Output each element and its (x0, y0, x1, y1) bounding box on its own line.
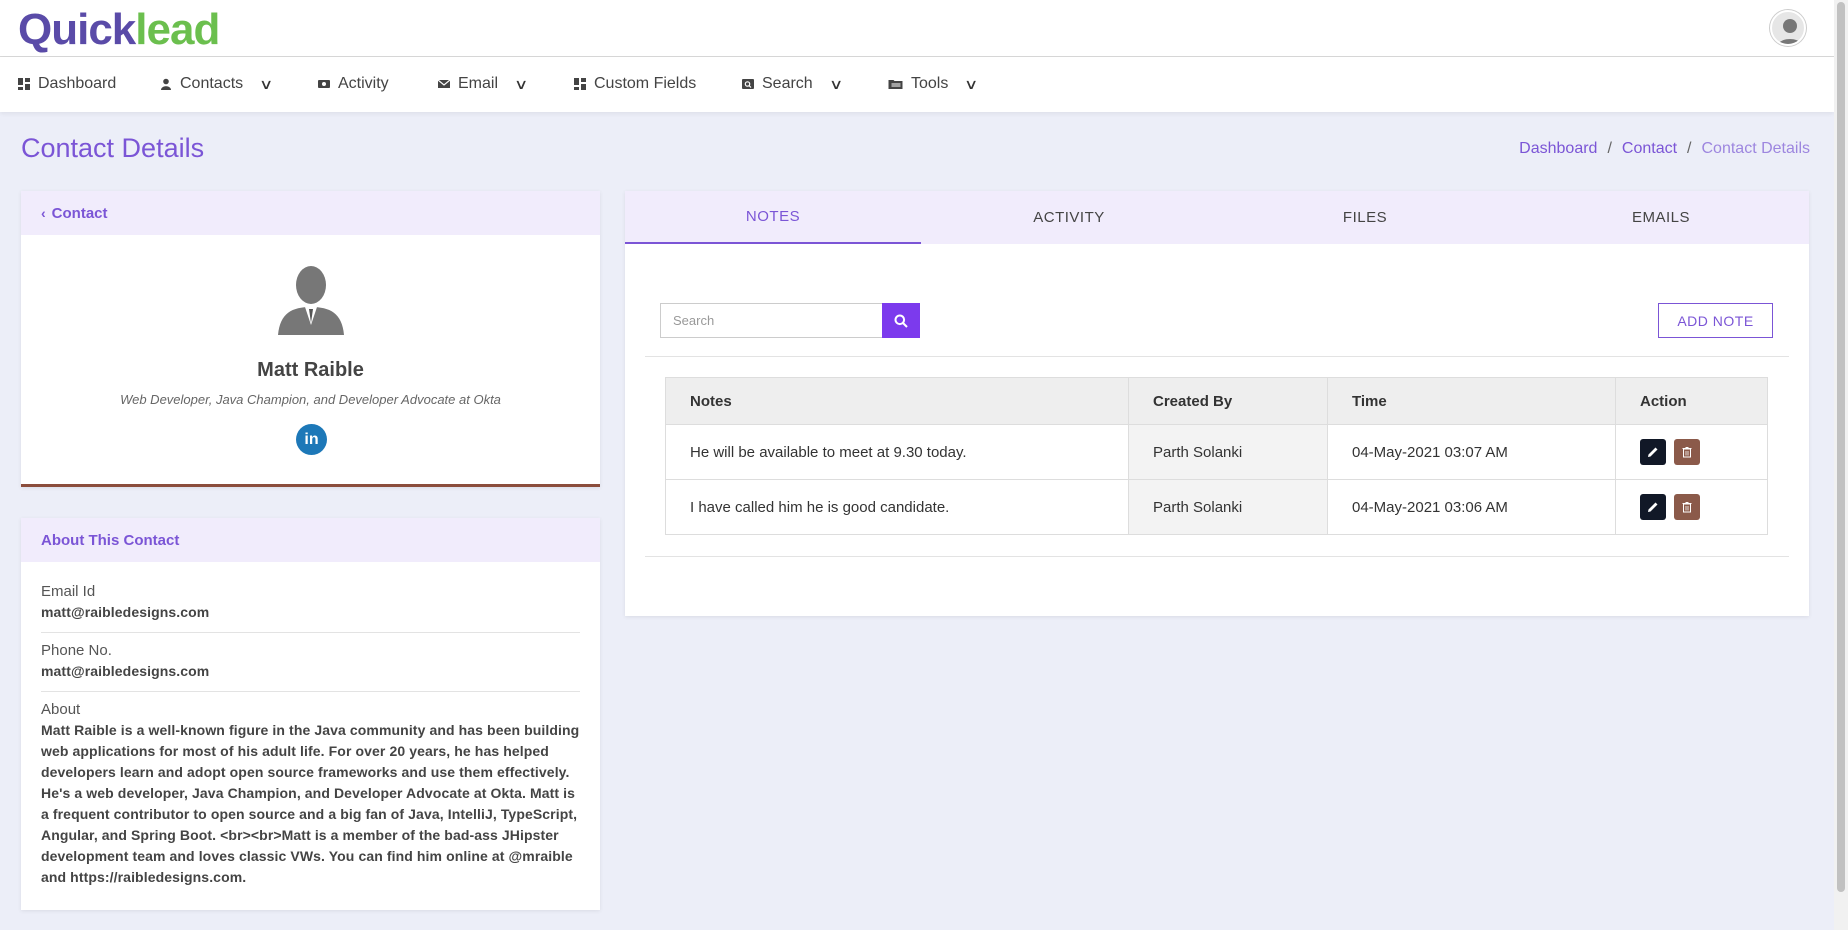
col-created-by: Created By (1128, 377, 1328, 425)
person-icon (161, 78, 171, 90)
profile-card: ‹ Contact Matt Raible Web Developer, Jav… (21, 191, 600, 487)
chevron-down-icon: ∨ (828, 75, 844, 92)
phone-field: Phone No. matt@raibledesigns.com (41, 633, 580, 692)
table-header-row: Notes Created By Time Action (665, 377, 1768, 425)
about-card: About This Contact Email Id matt@raibled… (21, 518, 600, 910)
breadcrumb-current: Contact Details (1701, 140, 1811, 157)
note-actions (1615, 479, 1768, 535)
note-text: I have called him he is good candidate. (665, 479, 1129, 535)
note-created-by: Parth Solanki (1128, 424, 1328, 480)
chevron-down-icon: ∨ (259, 75, 274, 92)
nav-dashboard-label: Dashboard (38, 75, 117, 92)
notes-panel: NOTES ACTIVITY FILES EMAILS Search ADD N… (625, 191, 1809, 616)
breadcrumb: Dashboard / Contact / Contact Details (1519, 140, 1810, 158)
col-action: Action (1615, 377, 1768, 425)
user-silhouette-icon (1777, 19, 1803, 44)
edit-button[interactable] (1640, 439, 1666, 465)
nav-contacts[interactable]: Contacts ∨ (160, 74, 274, 94)
divider (645, 556, 1789, 557)
nav-email[interactable]: Email ∨ (438, 74, 529, 94)
tab-emails[interactable]: EMAILS (1513, 191, 1809, 244)
page-scrollbar[interactable] (1834, 0, 1848, 930)
about-value: Matt Raible is a well-known figure in th… (41, 722, 580, 885)
note-time: 04-May-2021 03:06 AM (1327, 479, 1616, 535)
logo-text-quick: Quick (18, 5, 136, 54)
contact-title: Web Developer, Java Champion, and Develo… (120, 392, 501, 407)
chevron-left-icon: ‹ (41, 205, 46, 221)
breadcrumb-dashboard[interactable]: Dashboard (1519, 140, 1597, 158)
chevron-down-icon: ∨ (513, 75, 529, 92)
pencil-icon (1648, 502, 1658, 512)
note-created-by: Parth Solanki (1128, 479, 1328, 535)
table-row: He will be available to meet at 9.30 tod… (665, 424, 1768, 480)
dashboard-icon (18, 78, 30, 90)
top-header: Quicklead (0, 0, 1834, 57)
note-actions (1615, 424, 1768, 480)
scrollbar-thumb[interactable] (1837, 2, 1845, 892)
back-to-contact-link[interactable]: ‹ Contact (21, 191, 600, 235)
about-label: About (41, 701, 81, 718)
phone-label: Phone No. (41, 642, 112, 659)
breadcrumb-contact[interactable]: Contact (1622, 140, 1677, 158)
search-input[interactable]: Search (660, 303, 882, 338)
about-field: About Matt Raible is a well-known figure… (41, 692, 580, 897)
col-time: Time (1327, 377, 1616, 425)
delete-button[interactable] (1674, 439, 1700, 465)
nav-tools[interactable]: Tools ∨ (888, 74, 979, 94)
nav-search-label: Search (762, 75, 813, 92)
nav-email-label: Email (458, 75, 499, 92)
grid-icon (574, 78, 586, 90)
pencil-icon (1648, 447, 1658, 457)
email-label: Email Id (41, 583, 96, 600)
search-icon (894, 314, 908, 328)
table-row: I have called him he is good candidate. … (665, 479, 1768, 535)
activity-icon (318, 80, 330, 88)
add-note-button[interactable]: ADD NOTE (1658, 303, 1773, 338)
main-nav: Dashboard Contacts ∨ Activity Email ∨ Cu… (0, 57, 1834, 112)
back-link-label: Contact (51, 204, 108, 222)
profile-silhouette-icon (278, 266, 344, 335)
phone-value: matt@raibledesigns.com (41, 663, 210, 679)
mail-icon (438, 79, 450, 88)
user-avatar[interactable] (1770, 10, 1806, 46)
app-logo[interactable]: Quicklead (18, 5, 220, 54)
note-time: 04-May-2021 03:07 AM (1327, 424, 1616, 480)
nav-tools-label: Tools (911, 75, 949, 92)
breadcrumb-separator: / (1607, 140, 1612, 157)
nav-dashboard[interactable]: Dashboard (18, 74, 116, 94)
nav-custom-fields-label: Custom Fields (594, 75, 697, 92)
edit-button[interactable] (1640, 494, 1666, 520)
page-title: Contact Details (21, 133, 205, 163)
search-button[interactable] (882, 303, 920, 338)
tab-notes[interactable]: NOTES (625, 191, 921, 244)
tab-files[interactable]: FILES (1217, 191, 1513, 244)
about-header: About This Contact (21, 518, 600, 562)
note-text: He will be available to meet at 9.30 tod… (665, 424, 1129, 480)
divider (645, 356, 1789, 357)
nav-activity-label: Activity (338, 75, 389, 92)
folder-icon (888, 80, 903, 89)
nav-activity[interactable]: Activity (318, 74, 389, 94)
trash-icon (1682, 447, 1692, 458)
breadcrumb-separator: / (1687, 140, 1692, 157)
linkedin-icon[interactable]: in (296, 424, 327, 455)
email-field: Email Id matt@raibledesigns.com (41, 574, 580, 633)
nav-search[interactable]: Search ∨ (742, 74, 844, 94)
chevron-down-icon: ∨ (964, 75, 979, 92)
notes-search: Search (660, 303, 920, 338)
tab-activity[interactable]: ACTIVITY (921, 191, 1217, 244)
tab-bar: NOTES ACTIVITY FILES EMAILS (625, 191, 1809, 244)
search-box-icon (742, 79, 754, 89)
contact-name: Matt Raible (257, 359, 364, 381)
logo-text-lead: lead (135, 5, 220, 54)
email-value: matt@raibledesigns.com (41, 604, 210, 620)
nav-custom-fields[interactable]: Custom Fields (574, 74, 696, 94)
notes-table: Notes Created By Time Action He will be … (665, 377, 1768, 535)
trash-icon (1682, 502, 1692, 513)
nav-contacts-label: Contacts (180, 75, 244, 92)
col-notes: Notes (665, 377, 1129, 425)
delete-button[interactable] (1674, 494, 1700, 520)
